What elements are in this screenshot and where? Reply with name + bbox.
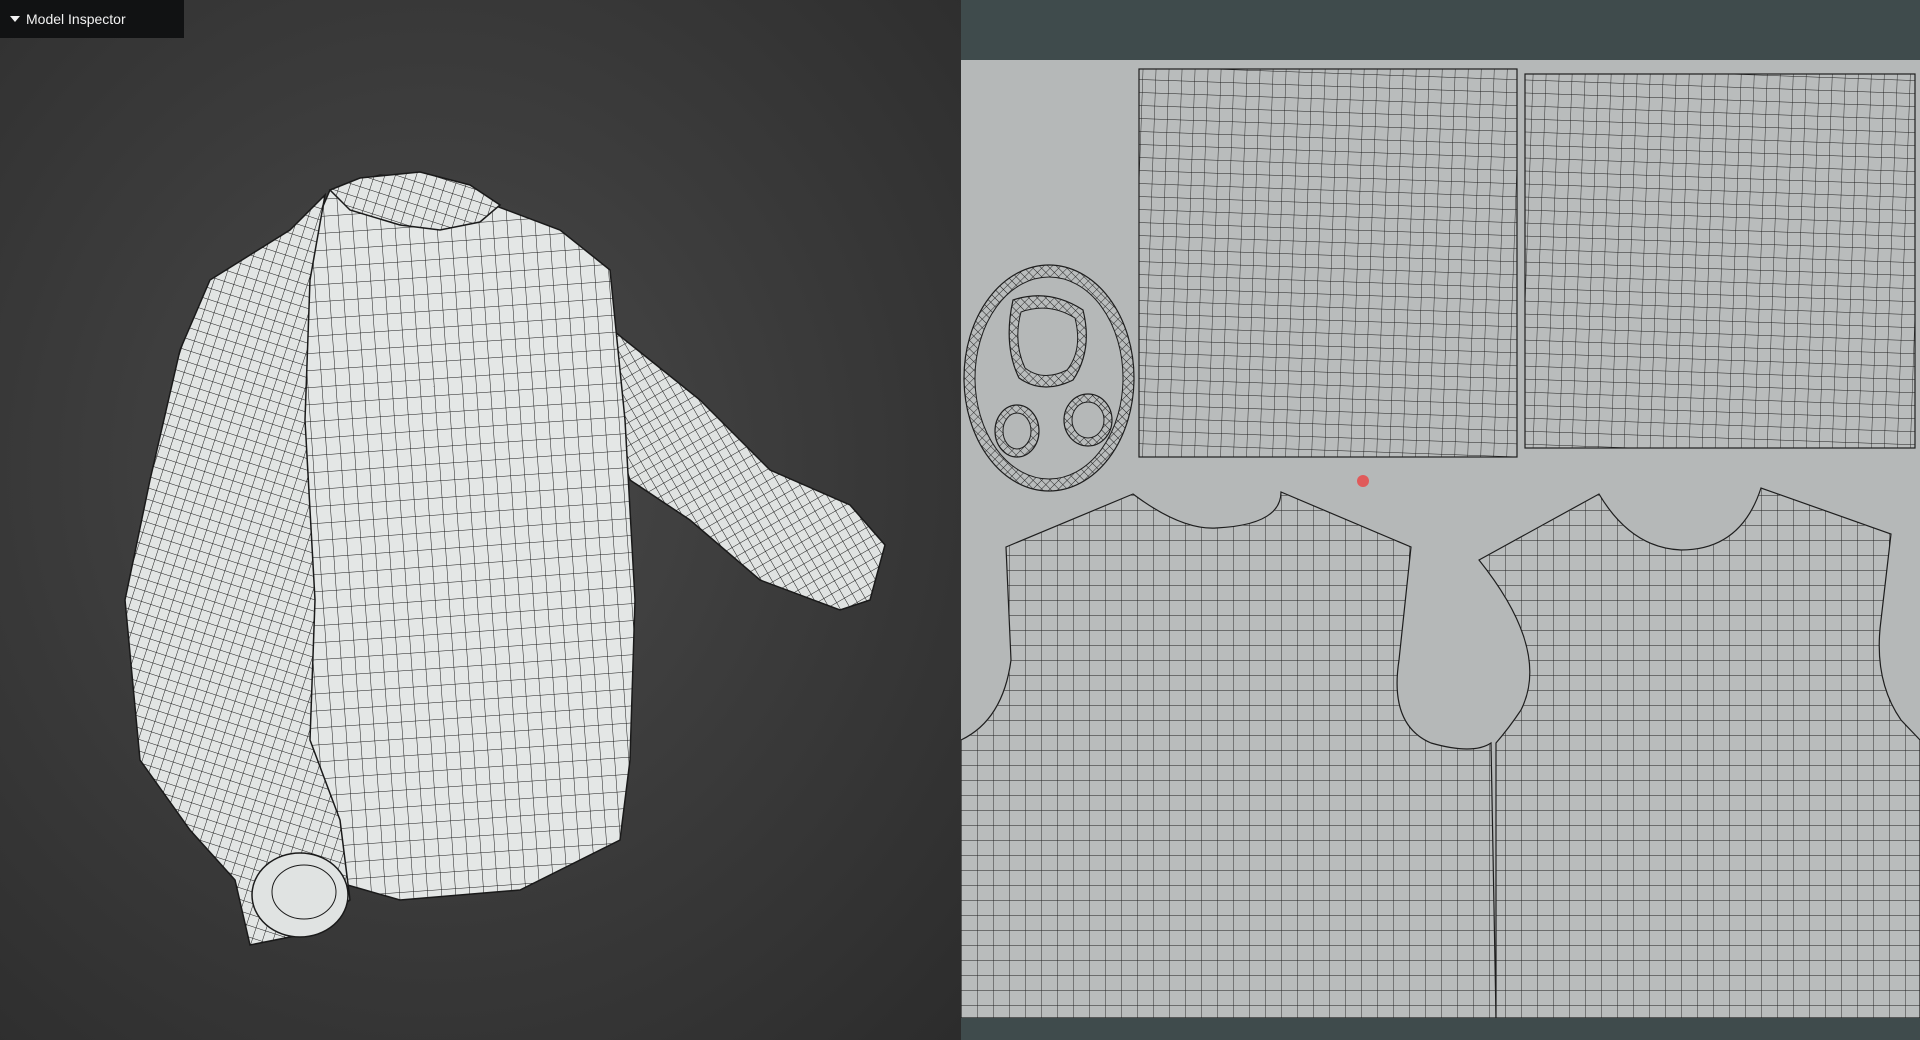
3d-viewport[interactable] [0,0,961,1040]
uv-island-front-body[interactable] [961,491,1497,1018]
inspector-title: Model Inspector [26,11,126,27]
triangle-down-icon[interactable] [10,16,20,22]
viewport-canvas[interactable] [0,0,961,1040]
uv-canvas[interactable] [961,60,1920,1018]
uv-island-back-body[interactable] [1478,487,1920,1018]
uv-header-bar [961,0,1920,60]
uv-footer-bar [961,1018,1920,1040]
uv-editor[interactable] [961,0,1920,1040]
sweater-right-sleeve [599,318,886,611]
sweater-mesh[interactable] [124,171,886,946]
uv-island-sleeve-right[interactable] [1524,73,1916,449]
uv-2d-cursor[interactable] [1357,475,1369,487]
uv-island-sleeve-left[interactable] [1138,68,1518,458]
model-inspector-panel[interactable]: Model Inspector [0,0,184,38]
sweater-body [289,174,636,901]
